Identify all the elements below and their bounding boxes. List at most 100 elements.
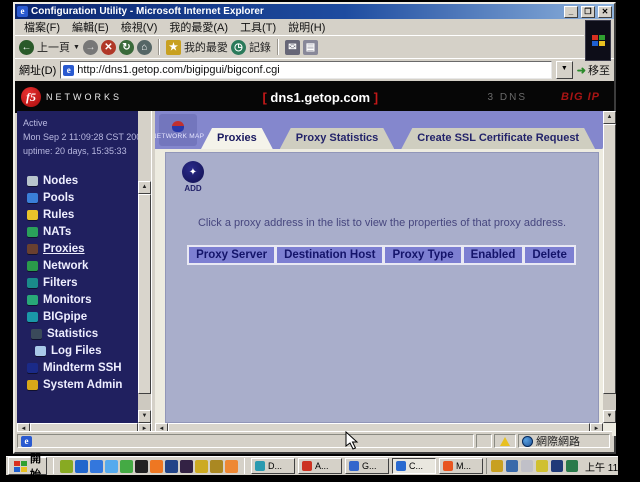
quicklaunch-icon[interactable] bbox=[105, 460, 118, 473]
page-icon: e bbox=[63, 65, 74, 76]
proxy-table-header-row: Proxy Server Destination Host Proxy Type… bbox=[166, 245, 598, 265]
quicklaunch-icon[interactable] bbox=[90, 460, 103, 473]
f5-logo: f5 NETWORKS bbox=[15, 87, 153, 107]
tray-icon[interactable] bbox=[551, 460, 563, 472]
sidebar-item-log-files[interactable]: Log Files bbox=[17, 342, 138, 359]
scroll-down-icon[interactable]: ▼ bbox=[603, 410, 616, 423]
menu-view[interactable]: 檢視(V) bbox=[115, 19, 164, 35]
windows-flag-icon bbox=[14, 461, 27, 472]
start-button[interactable]: 開始 bbox=[8, 457, 47, 475]
sidebar-item-pools[interactable]: Pools bbox=[17, 189, 138, 206]
task-button[interactable]: G... bbox=[345, 458, 389, 474]
column-header-destination-host: Destination Host bbox=[275, 245, 384, 265]
tray-icon[interactable] bbox=[491, 460, 503, 472]
sidebar-item-label: Monitors bbox=[43, 294, 92, 306]
quicklaunch-icon[interactable] bbox=[150, 460, 163, 473]
sidebar-item-monitors[interactable]: Monitors bbox=[17, 291, 138, 308]
quicklaunch-icon[interactable] bbox=[120, 460, 133, 473]
history-button[interactable]: ◷ 記錄 bbox=[231, 39, 271, 55]
forward-button[interactable]: → bbox=[83, 40, 98, 55]
quicklaunch-icon[interactable] bbox=[195, 460, 208, 473]
network-map-button[interactable]: NETWORK MAP bbox=[159, 114, 197, 146]
quicklaunch-icon[interactable] bbox=[225, 460, 238, 473]
sidebar-item-statistics[interactable]: Statistics bbox=[17, 325, 138, 342]
sidebar-item-rules[interactable]: Rules bbox=[17, 206, 138, 223]
app-icon bbox=[255, 461, 265, 471]
bracket-open: [ bbox=[262, 90, 266, 105]
back-button[interactable]: ← 上一頁 ▼ bbox=[19, 39, 80, 55]
sidebar-item-proxies[interactable]: Proxies bbox=[17, 240, 138, 257]
quicklaunch-icon[interactable] bbox=[75, 460, 88, 473]
tab-proxies[interactable]: Proxies bbox=[201, 128, 273, 149]
pools-icon bbox=[27, 193, 38, 203]
refresh-button[interactable]: ↻ bbox=[119, 40, 134, 55]
system-tray: 上午 11:00 bbox=[486, 458, 636, 474]
sidebar-item-system-admin[interactable]: System Admin bbox=[17, 376, 138, 393]
history-icon: ◷ bbox=[231, 40, 246, 55]
minimize-button[interactable]: _ bbox=[564, 6, 578, 18]
column-header-delete: Delete bbox=[523, 245, 576, 265]
back-label: 上一頁 bbox=[37, 39, 70, 55]
tray-icon[interactable] bbox=[536, 460, 548, 472]
task-label: D... bbox=[268, 461, 282, 471]
taskbar-clock: 上午 11:00 bbox=[581, 459, 636, 474]
menu-help[interactable]: 說明(H) bbox=[282, 19, 331, 35]
scrollbar-thumb[interactable] bbox=[603, 124, 616, 394]
quicklaunch-icon[interactable] bbox=[180, 460, 193, 473]
print-button[interactable]: ▤ bbox=[303, 40, 318, 55]
main-vertical-scrollbar[interactable]: ▲ ▼ bbox=[603, 111, 616, 423]
task-button[interactable]: D... bbox=[251, 458, 295, 474]
scroll-up-icon[interactable]: ▲ bbox=[138, 181, 151, 194]
host-title: [ dns1.getop.com ] bbox=[153, 90, 488, 105]
tab-create-ssl-certificate-request[interactable]: Create SSL Certificate Request bbox=[401, 128, 595, 149]
stop-button[interactable]: ✕ bbox=[101, 40, 116, 55]
address-dropdown-button[interactable]: ▼ bbox=[556, 61, 573, 79]
sidebar-item-mindterm-ssh[interactable]: Mindterm SSH bbox=[17, 359, 138, 376]
quicklaunch-icon[interactable] bbox=[210, 460, 223, 473]
window-title: Configuration Utility - Microsoft Intern… bbox=[31, 6, 561, 17]
sidebar-vertical-scrollbar[interactable]: ▲ ▼ bbox=[138, 181, 151, 423]
tray-icon[interactable] bbox=[506, 460, 518, 472]
product-3dns-link[interactable]: 3 DNS bbox=[488, 92, 527, 103]
maximize-button[interactable]: ❐ bbox=[581, 6, 595, 18]
scrollbar-thumb[interactable] bbox=[138, 194, 151, 394]
nodes-icon bbox=[27, 176, 38, 186]
home-button[interactable]: ⌂ bbox=[137, 40, 152, 55]
f5-ball-icon: f5 bbox=[21, 87, 41, 107]
sidebar-item-nodes[interactable]: Nodes bbox=[17, 172, 138, 189]
task-button-active[interactable]: C... bbox=[392, 458, 436, 474]
sidebar-item-network[interactable]: Network bbox=[17, 257, 138, 274]
go-button[interactable]: ➜ 移至 bbox=[577, 62, 610, 78]
sidebar-item-filters[interactable]: Filters bbox=[17, 274, 138, 291]
mail-button[interactable]: ✉ bbox=[285, 40, 300, 55]
quicklaunch-icon[interactable] bbox=[165, 460, 178, 473]
tray-icon[interactable] bbox=[566, 460, 578, 472]
task-button[interactable]: M... bbox=[439, 458, 483, 474]
sidebar-item-bigpipe[interactable]: BIGpipe bbox=[17, 308, 138, 325]
sidebar-item-nats[interactable]: NATs bbox=[17, 223, 138, 240]
back-dropdown-icon[interactable]: ▼ bbox=[73, 44, 80, 51]
task-button[interactable]: A... bbox=[298, 458, 342, 474]
bracket-close: ] bbox=[374, 90, 378, 105]
proxies-panel: ✦ ADD Click a proxy address in the list … bbox=[165, 152, 599, 423]
favorites-button[interactable]: ★ 我的最愛 bbox=[166, 39, 228, 55]
tab-proxy-statistics[interactable]: Proxy Statistics bbox=[280, 128, 395, 149]
address-input[interactable]: e http://dns1.getop.com/bigipgui/bigconf… bbox=[60, 61, 552, 79]
address-url: http://dns1.getop.com/bigipgui/bigconf.c… bbox=[77, 64, 279, 76]
add-proxy-button[interactable]: ✦ ADD bbox=[180, 161, 206, 193]
quicklaunch-icon[interactable] bbox=[60, 460, 73, 473]
sidebar-item-label: Mindterm SSH bbox=[43, 362, 122, 374]
menu-file[interactable]: 檔案(F) bbox=[18, 19, 66, 35]
scroll-down-icon[interactable]: ▼ bbox=[138, 410, 151, 423]
back-icon: ← bbox=[19, 40, 34, 55]
tray-icon[interactable] bbox=[521, 460, 533, 472]
address-label: 網址(D) bbox=[19, 62, 56, 78]
menu-tools[interactable]: 工具(T) bbox=[234, 19, 282, 35]
product-bigip-link[interactable]: BIG IP bbox=[561, 91, 600, 103]
favorites-label: 我的最愛 bbox=[184, 39, 228, 55]
menu-edit[interactable]: 編輯(E) bbox=[66, 19, 115, 35]
menu-favorites[interactable]: 我的最愛(A) bbox=[163, 19, 234, 35]
close-button[interactable]: ✕ bbox=[598, 6, 612, 18]
quicklaunch-icon[interactable] bbox=[135, 460, 148, 473]
scroll-up-icon[interactable]: ▲ bbox=[603, 111, 616, 124]
